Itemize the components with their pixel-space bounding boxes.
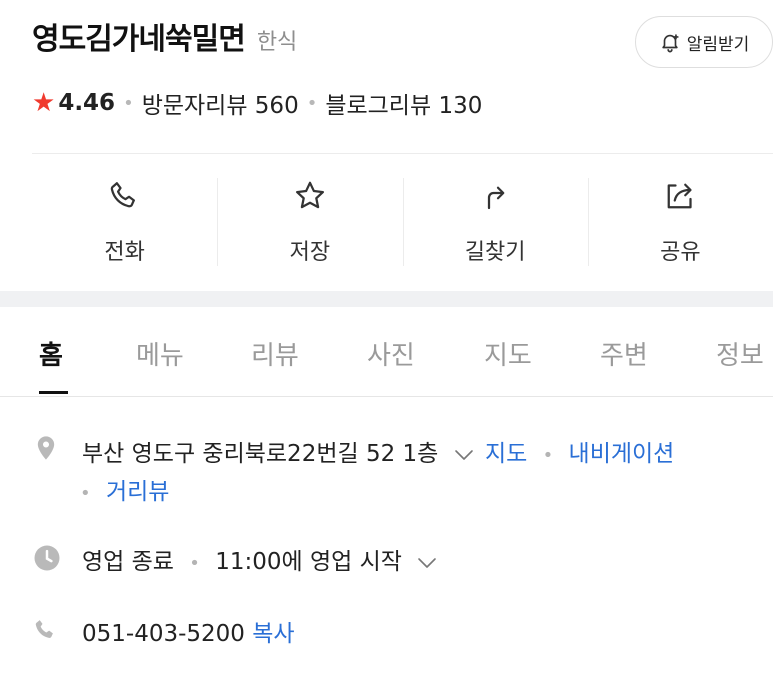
phone-icon [110,182,135,208]
tab-photos[interactable]: 사진 [367,335,415,372]
tab-bar: 홈 메뉴 리뷰 사진 지도 주변 정보 [0,307,773,397]
star-outline-icon [295,181,324,209]
map-link[interactable]: 지도 [485,441,527,467]
save-button[interactable]: 저장 [217,172,402,272]
address-row: 부산 영도구 중리북로22번길 52 1층 지도 • 내비게이션 • 거리뷰 [32,430,773,510]
directions-button[interactable]: 길찾기 [402,172,588,272]
tab-map[interactable]: 지도 [484,335,532,372]
active-tab-indicator [39,391,68,394]
rating-score: 4.46 [58,90,116,116]
alarm-label: 알림받기 [686,34,750,55]
bell-plus-icon [662,34,679,53]
phone-number[interactable]: 051-403-5200 [82,621,245,647]
share-button[interactable]: 공유 [587,172,773,272]
phone-row: 051-403-5200 복사 [32,612,773,652]
hours-row: 영업 종료 • 11:00에 영업 시작 [32,540,773,580]
save-label: 저장 [289,240,331,265]
location-pin-icon [37,436,55,460]
rating-star-icon: ★ [32,88,56,118]
directions-arrow-icon [488,186,505,210]
hours-text[interactable]: 영업 종료 • 11:00에 영업 시작 [82,542,441,576]
action-bar: 전화 저장 길찾기 공유 [32,172,773,272]
place-category[interactable]: 한식 [257,24,297,56]
call-button[interactable]: 전화 [32,172,217,272]
directions-label: 길찾기 [464,240,526,265]
place-name: 영도김가네쑥밀면 [32,22,246,57]
clock-icon [34,545,60,571]
chevron-down-icon[interactable] [417,557,437,569]
tab-home[interactable]: 홈 [39,335,63,372]
separator-dot: • [542,445,554,466]
opening-time: 11:00에 영업 시작 [215,549,402,575]
separator-dot: • [189,553,200,574]
phone-icon [35,620,53,638]
visitor-reviews-link[interactable]: 방문자리뷰 560 [142,86,299,120]
separator-dot: • [80,483,91,504]
call-label: 전화 [104,240,145,265]
street-view-link[interactable]: 거리뷰 [106,479,169,505]
address-line: 부산 영도구 중리북로22번길 52 1층 지도 • 내비게이션 [82,434,674,468]
tab-reviews[interactable]: 리뷰 [251,335,299,372]
navigation-link[interactable]: 내비게이션 [569,441,675,467]
place-header: 영도김가네쑥밀면 한식 알림받기 ★ 4.46 • 방문자리뷰 560 • 블로… [32,14,773,154]
section-separator [0,291,773,307]
chevron-down-icon[interactable] [454,449,474,461]
phone-text: 051-403-5200 복사 [82,614,295,648]
share-label: 공유 [660,240,701,265]
separator-dot: • [123,92,134,114]
header-divider [32,153,773,154]
tab-nearby[interactable]: 주변 [600,335,648,372]
separator-dot: • [306,92,318,114]
address-line-2: • 거리뷰 [80,472,169,506]
blog-reviews-link[interactable]: 블로그리뷰 130 [325,86,482,120]
business-status: 영업 종료 [82,549,174,575]
tab-menu[interactable]: 메뉴 [136,335,184,372]
alarm-button[interactable]: 알림받기 [635,16,773,68]
copy-phone-link[interactable]: 복사 [252,621,294,647]
address-text: 부산 영도구 중리북로22번길 52 1층 [82,441,439,467]
tab-info[interactable]: 정보 [716,335,764,372]
share-icon [668,183,692,209]
rating-row: ★ 4.46 • 방문자리뷰 560 • 블로그리뷰 130 [32,86,482,120]
